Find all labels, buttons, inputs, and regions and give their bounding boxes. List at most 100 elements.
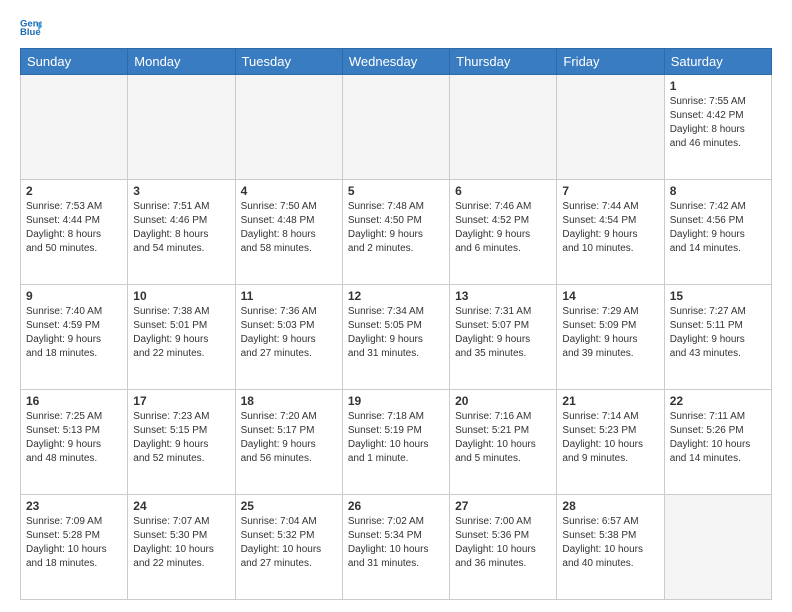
page: General Blue SundayMondayTuesdayWednesda… (0, 0, 792, 612)
calendar-cell: 25 Sunrise: 7:04 AM Sunset: 5:32 PM Dayli… (235, 495, 342, 600)
day-info: Sunrise: 7:09 AM Sunset: 5:28 PM Dayligh… (26, 515, 122, 571)
day-number: 23 (26, 499, 122, 513)
day-info: Sunrise: 7:51 AM Sunset: 4:46 PM Dayligh… (133, 200, 229, 256)
calendar-cell: 21Sunrise: 7:14 AM Sunset: 5:23 PM Dayli… (557, 390, 664, 495)
calendar-cell: 19 Sunrise: 7:18 AM Sunset: 5:19 PM Dayli… (342, 390, 449, 495)
day-number: 15 (670, 289, 766, 303)
day-number: 7 (562, 184, 658, 198)
calendar-week-row: 1Sunrise: 7:55 AM Sunset: 4:42 PM Daylig… (21, 75, 772, 180)
calendar-cell: 11 Sunrise: 7:36 AM Sunset: 5:03 PM Dayli… (235, 285, 342, 390)
calendar-cell (128, 75, 235, 180)
day-info: Sunrise: 7:29 AM Sunset: 5:09 PM Dayligh… (562, 305, 658, 361)
calendar-cell: 23 Sunrise: 7:09 AM Sunset: 5:28 PM Dayli… (21, 495, 128, 600)
calendar-cell: 4 Sunrise: 7:50 AM Sunset: 4:48 PM Daylig… (235, 180, 342, 285)
day-info: Sunrise: 7:27 AM Sunset: 5:11 PM Dayligh… (670, 305, 766, 361)
day-number: 6 (455, 184, 551, 198)
calendar-week-row: 16 Sunrise: 7:25 AM Sunset: 5:13 PM Dayli… (21, 390, 772, 495)
calendar-day-header: Thursday (450, 49, 557, 75)
calendar-cell: 17 Sunrise: 7:23 AM Sunset: 5:15 PM Dayli… (128, 390, 235, 495)
day-info: Sunrise: 7:44 AM Sunset: 4:54 PM Dayligh… (562, 200, 658, 256)
calendar-cell: 12 Sunrise: 7:34 AM Sunset: 5:05 PM Dayli… (342, 285, 449, 390)
header: General Blue (20, 16, 772, 38)
day-info: Sunrise: 7:36 AM Sunset: 5:03 PM Dayligh… (241, 305, 337, 361)
logo: General Blue (20, 16, 46, 38)
calendar-cell: 16 Sunrise: 7:25 AM Sunset: 5:13 PM Dayli… (21, 390, 128, 495)
day-number: 3 (133, 184, 229, 198)
day-number: 28 (562, 499, 658, 513)
calendar-cell: 9Sunrise: 7:40 AM Sunset: 4:59 PM Daylig… (21, 285, 128, 390)
day-info: Sunrise: 7:20 AM Sunset: 5:17 PM Dayligh… (241, 410, 337, 466)
calendar-day-header: Sunday (21, 49, 128, 75)
day-info: Sunrise: 7:40 AM Sunset: 4:59 PM Dayligh… (26, 305, 122, 361)
day-number: 8 (670, 184, 766, 198)
day-info: Sunrise: 7:02 AM Sunset: 5:34 PM Dayligh… (348, 515, 444, 571)
day-number: 4 (241, 184, 337, 198)
day-info: Sunrise: 7:11 AM Sunset: 5:26 PM Dayligh… (670, 410, 766, 466)
calendar-cell: 8Sunrise: 7:42 AM Sunset: 4:56 PM Daylig… (664, 180, 771, 285)
day-info: Sunrise: 7:50 AM Sunset: 4:48 PM Dayligh… (241, 200, 337, 256)
day-info: Sunrise: 7:53 AM Sunset: 4:44 PM Dayligh… (26, 200, 122, 256)
calendar-cell: 22 Sunrise: 7:11 AM Sunset: 5:26 PM Dayli… (664, 390, 771, 495)
calendar-table: SundayMondayTuesdayWednesdayThursdayFrid… (20, 48, 772, 600)
calendar-cell: 6 Sunrise: 7:46 AM Sunset: 4:52 PM Daylig… (450, 180, 557, 285)
day-info: Sunrise: 7:25 AM Sunset: 5:13 PM Dayligh… (26, 410, 122, 466)
calendar-cell: 28 Sunrise: 6:57 AM Sunset: 5:38 PM Dayli… (557, 495, 664, 600)
calendar-cell: 3 Sunrise: 7:51 AM Sunset: 4:46 PM Daylig… (128, 180, 235, 285)
day-number: 24 (133, 499, 229, 513)
day-number: 25 (241, 499, 337, 513)
day-number: 18 (241, 394, 337, 408)
day-info: Sunrise: 7:34 AM Sunset: 5:05 PM Dayligh… (348, 305, 444, 361)
day-number: 22 (670, 394, 766, 408)
day-info: Sunrise: 7:04 AM Sunset: 5:32 PM Dayligh… (241, 515, 337, 571)
calendar-cell: 27 Sunrise: 7:00 AM Sunset: 5:36 PM Dayli… (450, 495, 557, 600)
calendar-cell: 13 Sunrise: 7:31 AM Sunset: 5:07 PM Dayli… (450, 285, 557, 390)
day-info: Sunrise: 7:18 AM Sunset: 5:19 PM Dayligh… (348, 410, 444, 466)
day-number: 12 (348, 289, 444, 303)
calendar-week-row: 2 Sunrise: 7:53 AM Sunset: 4:44 PM Daylig… (21, 180, 772, 285)
day-number: 11 (241, 289, 337, 303)
day-number: 17 (133, 394, 229, 408)
day-info: Sunrise: 7:46 AM Sunset: 4:52 PM Dayligh… (455, 200, 551, 256)
calendar-cell: 5Sunrise: 7:48 AM Sunset: 4:50 PM Daylig… (342, 180, 449, 285)
calendar-cell (664, 495, 771, 600)
logo-icon: General Blue (20, 16, 42, 38)
calendar-day-header: Saturday (664, 49, 771, 75)
calendar-day-header: Monday (128, 49, 235, 75)
day-number: 26 (348, 499, 444, 513)
day-info: Sunrise: 7:00 AM Sunset: 5:36 PM Dayligh… (455, 515, 551, 571)
day-number: 19 (348, 394, 444, 408)
day-number: 1 (670, 79, 766, 93)
calendar-day-header: Friday (557, 49, 664, 75)
calendar-week-row: 23 Sunrise: 7:09 AM Sunset: 5:28 PM Dayli… (21, 495, 772, 600)
calendar-cell: 24 Sunrise: 7:07 AM Sunset: 5:30 PM Dayli… (128, 495, 235, 600)
day-number: 21 (562, 394, 658, 408)
day-number: 10 (133, 289, 229, 303)
calendar-cell: 10 Sunrise: 7:38 AM Sunset: 5:01 PM Dayli… (128, 285, 235, 390)
calendar-cell: 20Sunrise: 7:16 AM Sunset: 5:21 PM Dayli… (450, 390, 557, 495)
calendar-week-row: 9Sunrise: 7:40 AM Sunset: 4:59 PM Daylig… (21, 285, 772, 390)
day-number: 2 (26, 184, 122, 198)
day-info: Sunrise: 7:23 AM Sunset: 5:15 PM Dayligh… (133, 410, 229, 466)
calendar-day-header: Wednesday (342, 49, 449, 75)
day-number: 16 (26, 394, 122, 408)
calendar-cell (450, 75, 557, 180)
day-number: 27 (455, 499, 551, 513)
day-info: Sunrise: 7:31 AM Sunset: 5:07 PM Dayligh… (455, 305, 551, 361)
day-info: Sunrise: 7:48 AM Sunset: 4:50 PM Dayligh… (348, 200, 444, 256)
calendar-cell: 1Sunrise: 7:55 AM Sunset: 4:42 PM Daylig… (664, 75, 771, 180)
calendar-cell (557, 75, 664, 180)
calendar-cell: 7 Sunrise: 7:44 AM Sunset: 4:54 PM Daylig… (557, 180, 664, 285)
calendar-day-header: Tuesday (235, 49, 342, 75)
day-info: Sunrise: 7:38 AM Sunset: 5:01 PM Dayligh… (133, 305, 229, 361)
calendar-cell: 15 Sunrise: 7:27 AM Sunset: 5:11 PM Dayli… (664, 285, 771, 390)
calendar-cell: 2 Sunrise: 7:53 AM Sunset: 4:44 PM Daylig… (21, 180, 128, 285)
day-number: 13 (455, 289, 551, 303)
calendar-cell (21, 75, 128, 180)
day-info: Sunrise: 6:57 AM Sunset: 5:38 PM Dayligh… (562, 515, 658, 571)
calendar-cell: 18 Sunrise: 7:20 AM Sunset: 5:17 PM Dayli… (235, 390, 342, 495)
calendar-cell (235, 75, 342, 180)
calendar-header-row: SundayMondayTuesdayWednesdayThursdayFrid… (21, 49, 772, 75)
calendar-cell: 26 Sunrise: 7:02 AM Sunset: 5:34 PM Dayli… (342, 495, 449, 600)
day-info: Sunrise: 7:07 AM Sunset: 5:30 PM Dayligh… (133, 515, 229, 571)
svg-text:Blue: Blue (20, 27, 41, 38)
